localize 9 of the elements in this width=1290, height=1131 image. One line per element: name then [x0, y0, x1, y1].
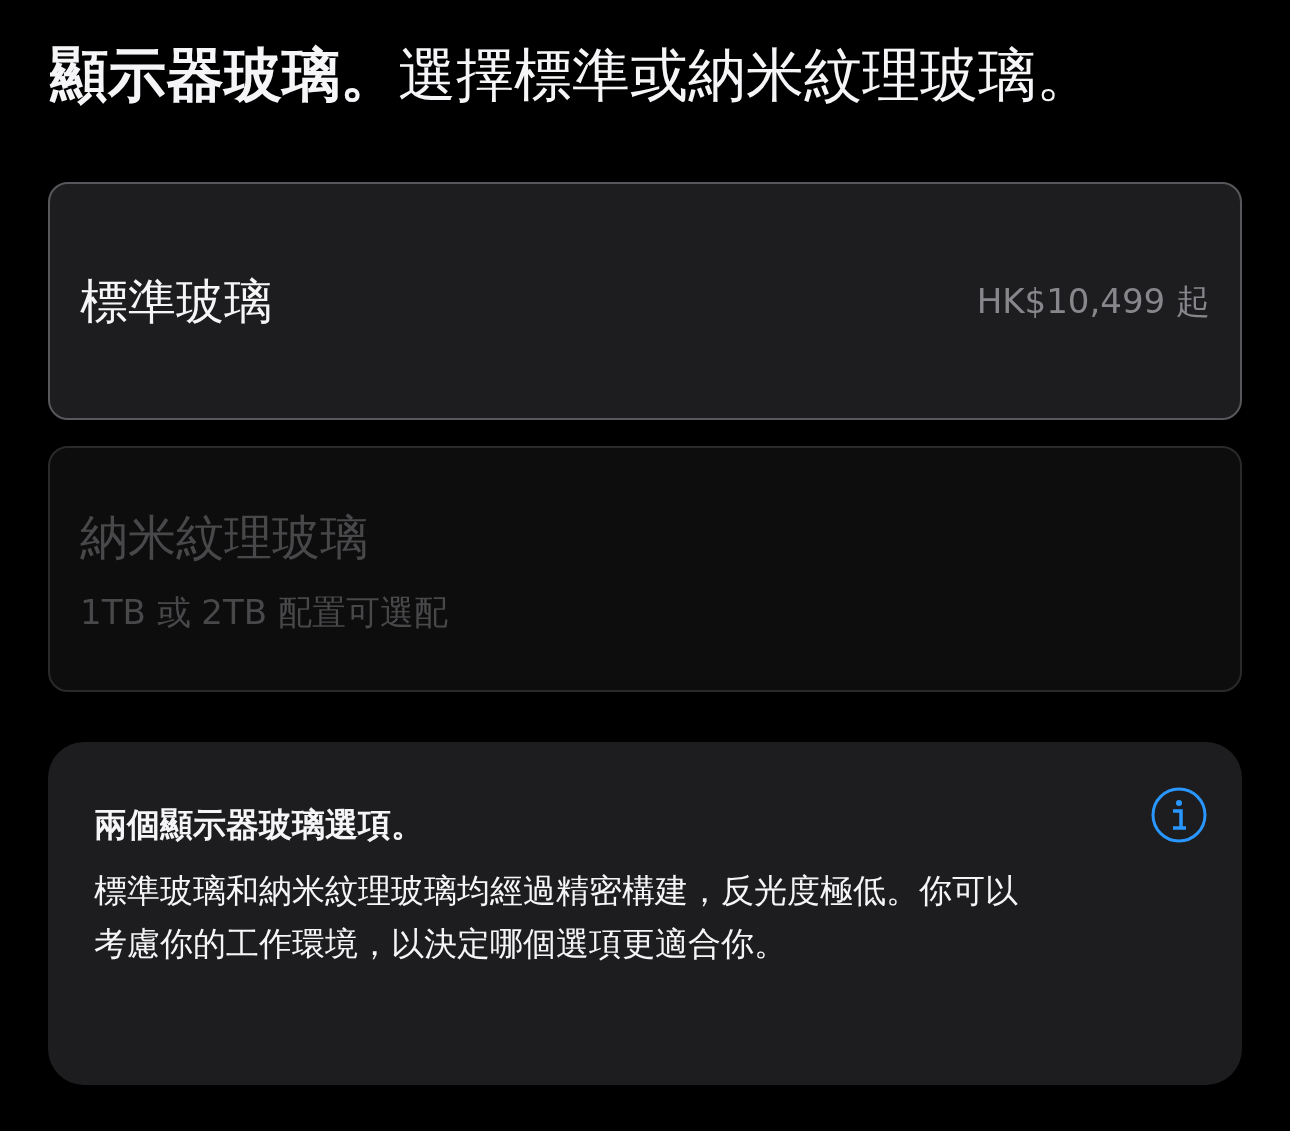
- info-title: 兩個顯示器玻璃選項。: [94, 804, 425, 846]
- option-label: 標準玻璃: [80, 272, 272, 331]
- info-text: 標準玻璃和納米紋理玻璃均經過精密構建，反光度極低。你可以考慮你的工作環境，以決定哪個選項更適合你。: [94, 869, 1019, 965]
- option-note: 1TB 或 2TB 配置可選配: [80, 590, 448, 634]
- page-heading: 顯示器玻璃。選擇標準或納米紋理玻璃。: [50, 40, 1095, 111]
- option-card[interactable]: 標準玻璃 HK$10,499 起: [48, 182, 1242, 420]
- option-price: HK$10,499 起: [976, 279, 1210, 323]
- info-icon[interactable]: [1150, 786, 1208, 844]
- option-label: 納米紋理玻璃: [80, 507, 368, 567]
